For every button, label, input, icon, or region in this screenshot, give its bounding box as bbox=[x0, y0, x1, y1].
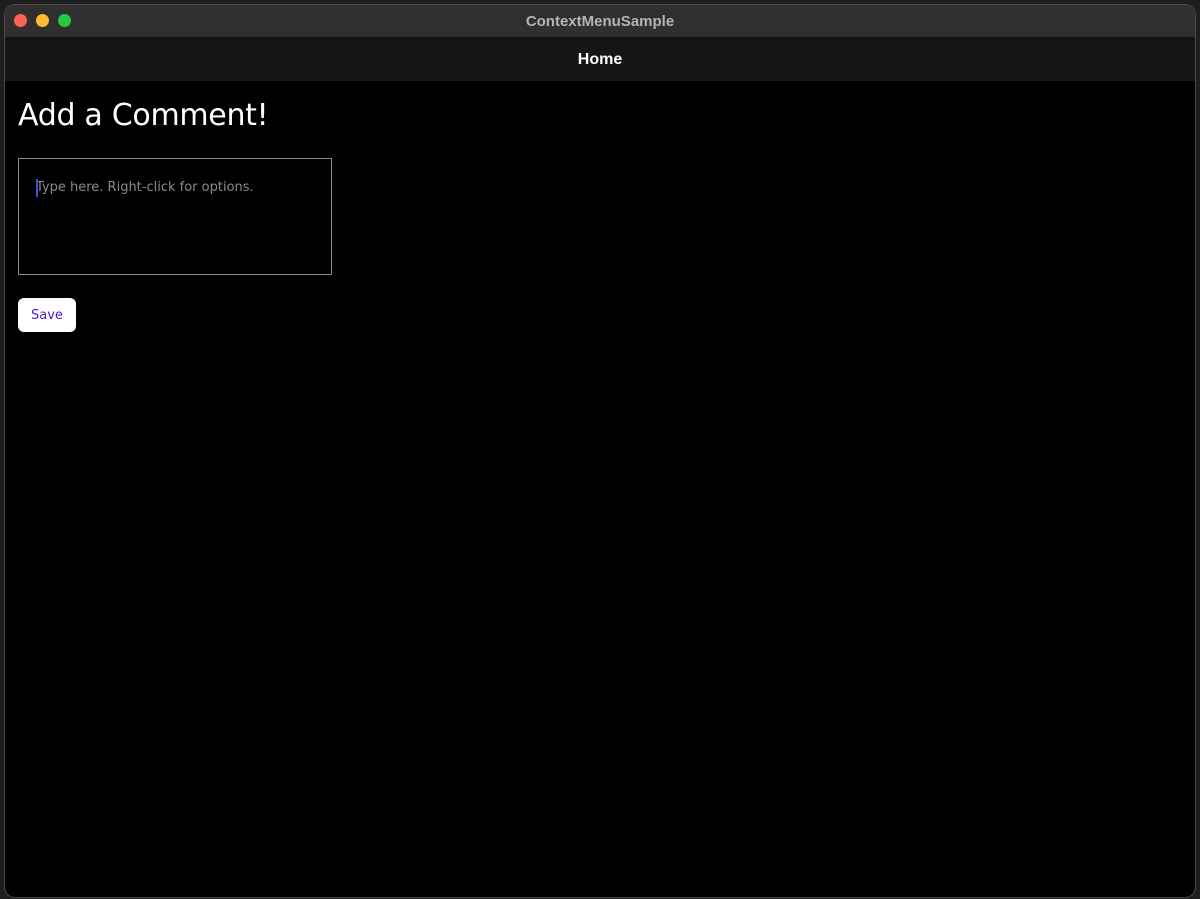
title-bar[interactable]: ContextMenuSample bbox=[5, 5, 1195, 38]
app-window: ContextMenuSample Home Add a Comment! Sa… bbox=[5, 5, 1195, 897]
text-caret bbox=[36, 179, 38, 197]
page-content: Add a Comment! Save bbox=[5, 98, 1195, 332]
window-title: ContextMenuSample bbox=[525, 12, 675, 30]
minimize-window-button[interactable] bbox=[36, 14, 49, 27]
maximize-window-button[interactable] bbox=[58, 14, 71, 27]
close-window-button[interactable] bbox=[14, 14, 27, 27]
nav-title: Home bbox=[577, 50, 623, 68]
page-heading: Add a Comment! bbox=[18, 98, 269, 133]
window-controls bbox=[14, 14, 71, 27]
comment-editor[interactable] bbox=[18, 158, 332, 275]
desktop: ContextMenuSample Home Add a Comment! Sa… bbox=[0, 0, 1200, 899]
navigation-bar: Home bbox=[5, 38, 1195, 81]
save-button[interactable]: Save bbox=[18, 298, 76, 332]
